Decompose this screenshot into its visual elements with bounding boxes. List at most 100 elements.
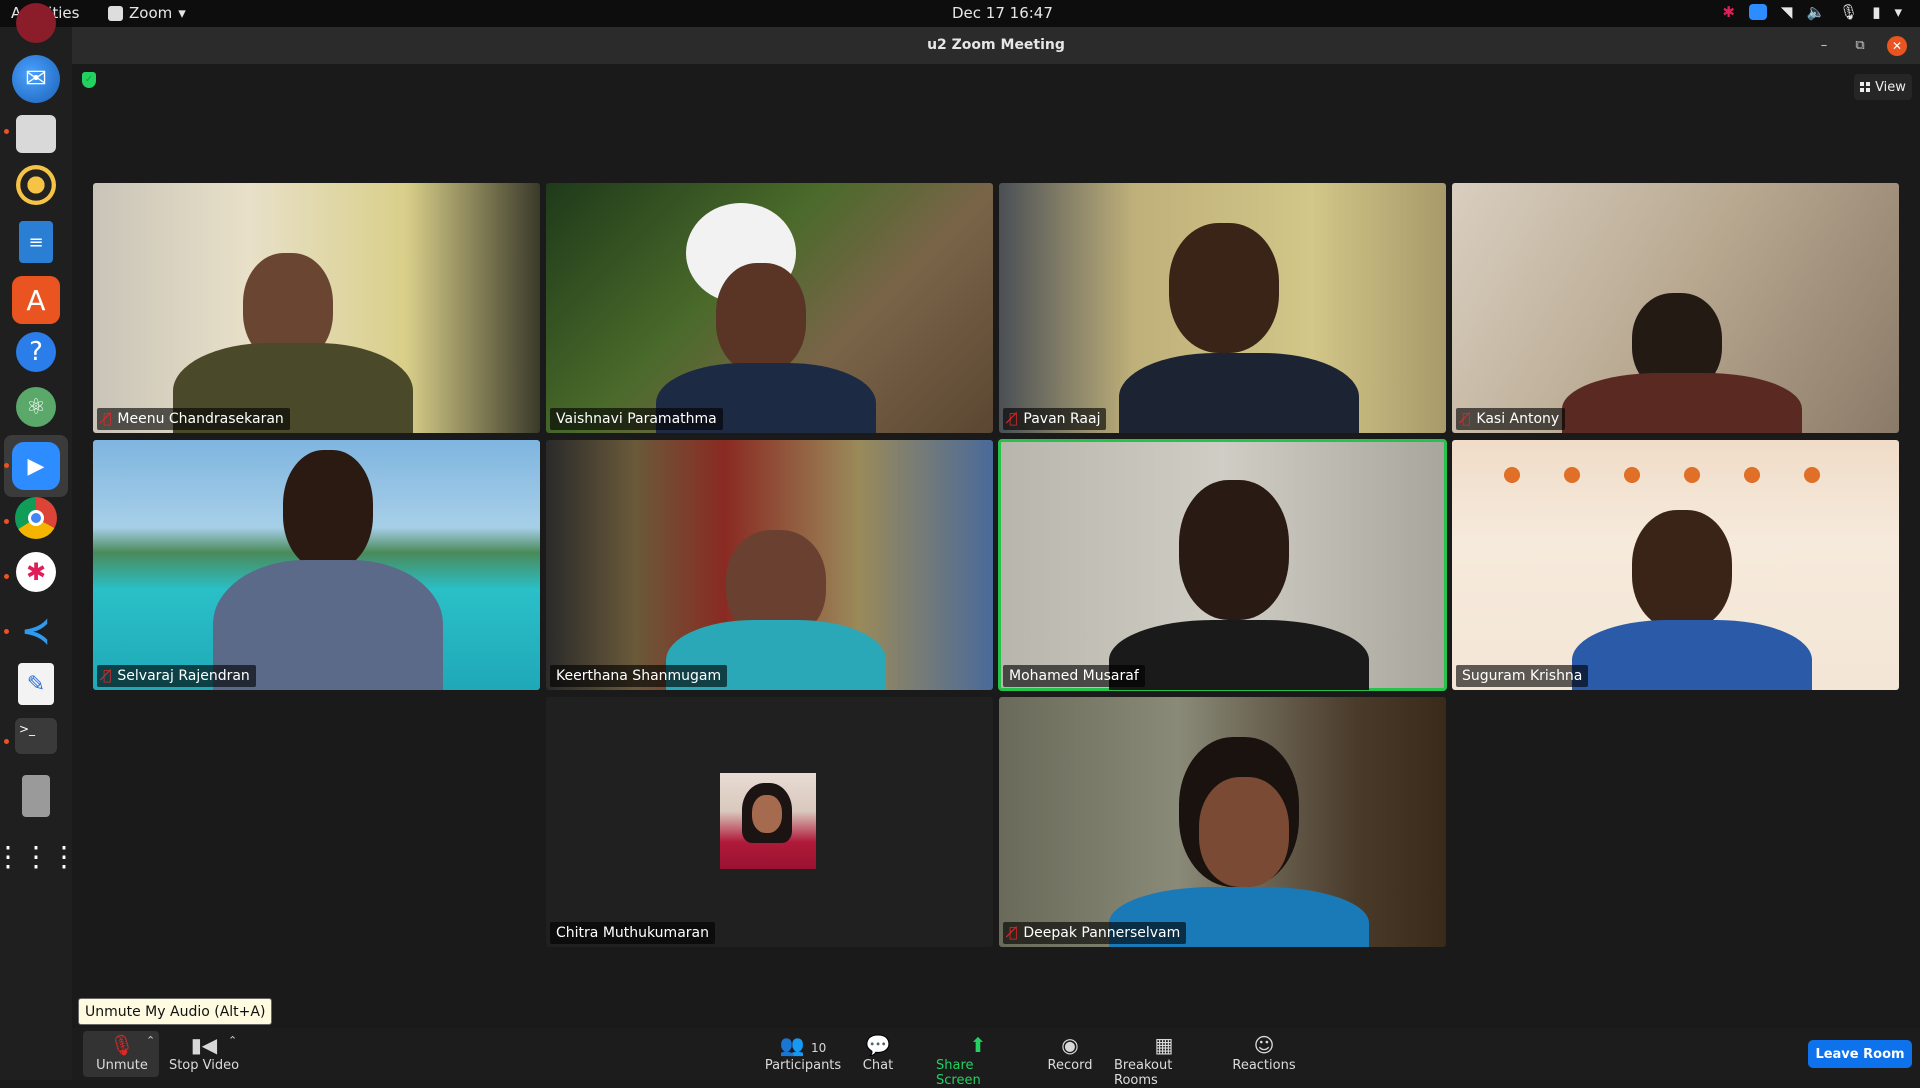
slack-tray-icon[interactable]: ✱ [1722, 3, 1735, 21]
text-editor-dock-icon[interactable]: ✎ [18, 663, 54, 705]
participant-nametag: 🎙̸ Selvaraj Rajendran [97, 665, 256, 687]
writer-dock-icon[interactable]: ≡ [19, 221, 53, 263]
minimize-icon[interactable]: – [1814, 36, 1834, 56]
rhythmbox-dock-icon[interactable] [16, 165, 56, 205]
audio-options-chevron-icon[interactable]: ⌃ [146, 1034, 155, 1047]
maximize-icon[interactable]: ⧉ [1850, 36, 1870, 56]
running-indicator [4, 519, 9, 524]
terminal-dock-icon[interactable]: >_ [15, 718, 57, 754]
participants-icon: 👥 [779, 1033, 805, 1057]
app-menu[interactable]: Zoom ▾ [108, 4, 186, 22]
zoom-app-icon [108, 5, 123, 21]
wifi-icon[interactable]: ◥ [1781, 3, 1793, 21]
microphone-icon[interactable]: 🎙 [1839, 3, 1858, 21]
volume-icon[interactable]: 🔈 [1806, 3, 1825, 21]
vscode-dock-icon[interactable]: ≺ [12, 607, 60, 655]
unmute-tooltip: Unmute My Audio (Alt+A) [78, 998, 273, 1025]
mic-muted-icon: 🎙̸ [1009, 925, 1018, 941]
participant-nametag: Keerthana Shanmugam [550, 665, 728, 687]
video-tile[interactable]: 🎙̸ Meenu Chandrasekaran [93, 183, 540, 433]
autumn-leaves-background [1482, 450, 1842, 500]
participant-figure [1119, 353, 1359, 433]
meeting-area: ✓ View 🎙̸ Meenu Chandrasekaran Vaishnavi … [72, 64, 1920, 1028]
participant-nametag: 🎙̸ Meenu Chandrasekaran [97, 408, 290, 430]
running-indicator [4, 129, 9, 134]
window-title: u2 Zoom Meeting [927, 37, 1065, 53]
zoom-tray-icon[interactable] [1748, 4, 1767, 20]
leave-room-button[interactable]: Leave Room [1808, 1040, 1912, 1068]
participants-icon-wrap: 👥 10 [779, 1033, 827, 1057]
video-tile[interactable]: Keerthana Shanmugam [546, 440, 993, 690]
breakout-rooms-icon: ▦ [1154, 1033, 1174, 1057]
participant-figure [1109, 620, 1369, 690]
dock-app-partial[interactable] [16, 3, 56, 43]
video-tile[interactable]: 🎙̸ Pavan Raaj [999, 183, 1446, 433]
meeting-toolbar: 🎙 Unmute ⌃ ▮◀ Stop Video ⌃ 👥 10 Particip… [72, 1028, 1920, 1088]
participant-nametag: Chitra Muthukumaran [550, 922, 715, 944]
software-center-dock-icon[interactable]: A [12, 276, 60, 324]
files-dock-icon[interactable] [16, 115, 56, 153]
record-icon: ◉ [1061, 1033, 1079, 1057]
video-tile[interactable]: 🎙̸ Deepak Pannerselvam [999, 697, 1446, 947]
participant-nametag: 🎙̸ Pavan Raaj [1003, 408, 1107, 430]
window-title-bar: u2 Zoom Meeting – ⧉ ✕ [72, 27, 1920, 64]
participant-figure [1169, 223, 1279, 353]
record-button[interactable]: ◉ Record [1046, 1032, 1094, 1073]
participant-nametag: Mohamed Musaraf [1003, 665, 1145, 687]
video-options-chevron-icon[interactable]: ⌃ [228, 1034, 237, 1047]
reactions-icon: ☺ [1253, 1033, 1275, 1057]
video-tile-active-speaker[interactable]: Mohamed Musaraf [998, 439, 1447, 691]
mic-muted-icon: 🎙̸ [103, 668, 112, 684]
usb-drive-dock-icon[interactable] [22, 775, 50, 817]
mic-muted-icon: 🎙 [109, 1033, 135, 1057]
battery-icon[interactable]: ▮ [1872, 3, 1880, 21]
participant-figure [716, 263, 806, 373]
zoom-dock-icon[interactable]: ▶ [12, 442, 60, 490]
running-indicator [4, 739, 9, 744]
mic-muted-icon: 🎙̸ [103, 411, 112, 427]
participant-figure [1562, 373, 1802, 433]
app-menu-label: Zoom [129, 4, 173, 22]
video-camera-icon: ▮◀ [190, 1033, 218, 1057]
participant-figure [1179, 480, 1289, 620]
grid-view-icon [1860, 82, 1871, 92]
participant-nametag: Vaishnavi Paramathma [550, 408, 723, 430]
share-screen-icon: ⬆ [969, 1033, 987, 1057]
chrome-dock-icon[interactable] [15, 497, 57, 539]
reactions-button[interactable]: ☺ Reactions [1232, 1032, 1296, 1073]
avatar-face [752, 795, 782, 833]
mic-muted-icon: 🎙̸ [1009, 411, 1018, 427]
chat-button[interactable]: 💬 Chat [856, 1032, 900, 1073]
view-label: View [1875, 79, 1906, 95]
participant-nametag: Suguram Krishna [1456, 665, 1589, 687]
chat-icon: 💬 [865, 1033, 891, 1057]
running-indicator [4, 629, 9, 634]
video-tile[interactable]: Suguram Krishna [1452, 440, 1899, 690]
system-top-bar: Activities Zoom ▾ Dec 17 16:47 ✱ ◥ 🔈 🎙 ▮… [0, 0, 1920, 27]
video-tile[interactable]: 🎙̸ Selvaraj Rajendran [93, 440, 540, 690]
participant-figure [1632, 510, 1732, 630]
participant-nametag: 🎙̸ Kasi Antony [1456, 408, 1566, 430]
video-tile-camera-off[interactable]: Chitra Muthukumaran [546, 697, 993, 947]
system-menu-chevron-icon[interactable]: ▾ [1894, 3, 1902, 21]
view-button[interactable]: View [1854, 74, 1912, 100]
slack-dock-icon[interactable]: ✱ [16, 552, 56, 592]
running-indicator [4, 574, 9, 579]
video-tile[interactable]: 🎙̸ Kasi Antony [1452, 183, 1899, 433]
running-indicator [4, 463, 9, 468]
participant-figure [1572, 620, 1812, 690]
atom-dock-icon[interactable]: ⚛ [16, 387, 56, 427]
show-applications-icon[interactable]: ⋮⋮⋮ [0, 832, 78, 880]
video-tile[interactable]: Vaishnavi Paramathma [546, 183, 993, 433]
clock[interactable]: Dec 17 16:47 [952, 4, 1053, 22]
system-tray[interactable]: ✱ ◥ 🔈 🎙 ▮ ▾ [1722, 3, 1902, 21]
shield-icon[interactable]: ✓ [82, 72, 96, 88]
help-dock-icon[interactable]: ? [16, 332, 56, 372]
participant-figure [1199, 777, 1289, 887]
unmute-button[interactable]: 🎙 Unmute [92, 1032, 152, 1073]
close-icon[interactable]: ✕ [1887, 36, 1907, 56]
participants-button[interactable]: 👥 10 Participants [762, 1032, 844, 1073]
thunderbird-dock-icon[interactable]: ✉ [12, 55, 60, 103]
participant-figure [283, 450, 373, 570]
participant-nametag: 🎙̸ Deepak Pannerselvam [1003, 922, 1187, 944]
